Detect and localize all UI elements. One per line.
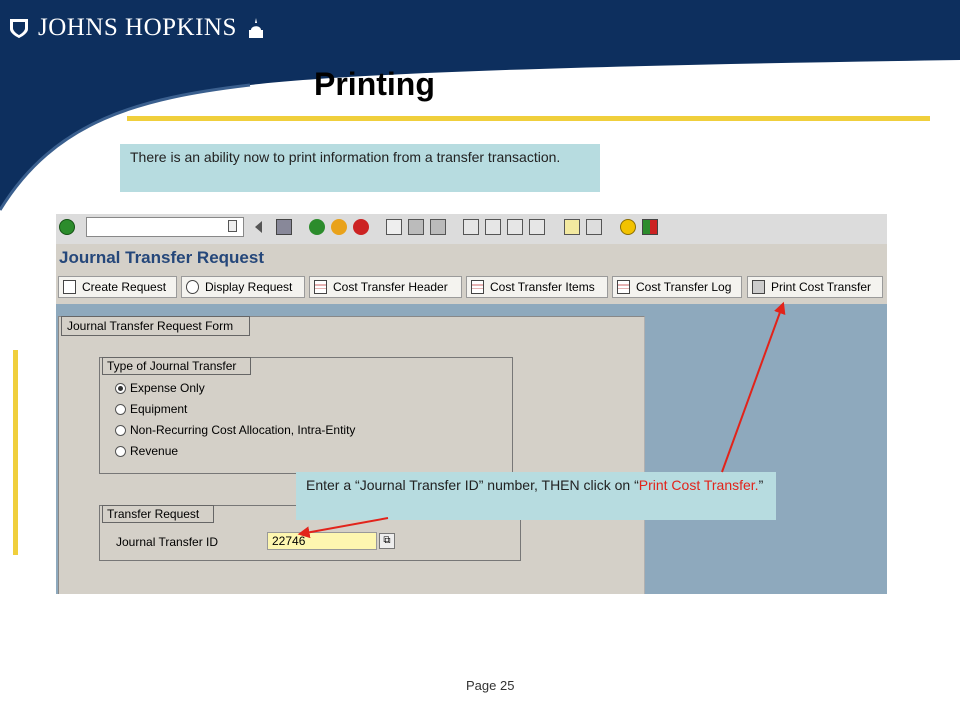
type-of-journal-transfer-group: Type of Journal Transfer Expense Only Eq…	[99, 357, 513, 474]
table-icon	[617, 280, 630, 294]
radio-label: Equipment	[130, 402, 188, 416]
cost-transfer-log-button[interactable]: Cost Transfer Log	[612, 276, 742, 298]
dome-icon	[248, 18, 263, 38]
type-group-label: Type of Journal Transfer	[102, 357, 252, 375]
layout-icon[interactable]	[642, 219, 658, 235]
radio-expense-only[interactable]: Expense Only	[115, 381, 205, 395]
glasses-icon	[186, 280, 199, 294]
radio-icon[interactable]	[115, 424, 126, 436]
johns-hopkins-logo: JOHNS HOPKINS	[8, 14, 267, 42]
hint-highlight: Print Cost Transfer.	[638, 477, 759, 493]
radio-selected-icon[interactable]	[115, 382, 126, 394]
gold-divider	[127, 116, 930, 121]
back-icon[interactable]	[309, 219, 325, 235]
back-nav-icon[interactable]	[255, 221, 262, 233]
standard-toolbar	[56, 214, 887, 245]
print-cost-transfer-label: Print Cost Transfer	[771, 280, 872, 294]
shortcut-icon[interactable]	[586, 219, 602, 235]
find-next-icon[interactable]	[430, 219, 446, 235]
create-request-label: Create Request	[82, 280, 167, 294]
check-icon[interactable]	[59, 219, 75, 235]
print-cost-transfer-button[interactable]: Print Cost Transfer	[747, 276, 883, 298]
command-field[interactable]	[86, 217, 244, 237]
dropdown-icon[interactable]	[228, 220, 237, 232]
screen-title-bar: Journal Transfer Request	[56, 244, 887, 274]
printer-icon	[752, 280, 765, 294]
hint-text: Enter a “Journal Transfer ID” number, TH…	[306, 477, 639, 493]
document-icon	[63, 280, 76, 294]
find-icon[interactable]	[408, 219, 424, 235]
form-title: Journal Transfer Request Form	[61, 316, 251, 336]
create-request-button[interactable]: Create Request	[58, 276, 177, 298]
sap-window: Journal Transfer Request Create Request …	[56, 214, 887, 594]
transfer-request-label: Transfer Request	[102, 505, 215, 523]
radio-equipment[interactable]: Equipment	[115, 402, 187, 416]
search-help-icon[interactable]: ⧉	[379, 533, 395, 549]
gold-accent-bar	[13, 350, 18, 555]
display-request-button[interactable]: Display Request	[181, 276, 305, 298]
display-request-label: Display Request	[205, 280, 293, 294]
table-icon	[471, 280, 484, 294]
instruction-callout: Enter a “Journal Transfer ID” number, TH…	[296, 472, 776, 520]
table-icon	[314, 280, 327, 294]
journal-transfer-request-form: Journal Transfer Request Form Type of Jo…	[58, 316, 645, 594]
slide-title: Printing	[314, 66, 435, 102]
exit-icon[interactable]	[331, 219, 347, 235]
cost-transfer-items-label: Cost Transfer Items	[490, 280, 595, 294]
shield-icon	[10, 19, 28, 38]
radio-label: Non-Recurring Cost Allocation, Intra-Ent…	[130, 423, 356, 437]
cost-transfer-header-label: Cost Transfer Header	[333, 280, 448, 294]
screen-title: Journal Transfer Request	[59, 248, 265, 267]
first-page-icon[interactable]	[463, 219, 479, 235]
hint-text-end: ”	[758, 477, 764, 493]
brand-name: JOHNS HOPKINS	[38, 14, 237, 41]
cost-transfer-items-button[interactable]: Cost Transfer Items	[466, 276, 608, 298]
radio-icon[interactable]	[115, 445, 126, 457]
journal-transfer-id-input[interactable]	[267, 532, 377, 550]
previous-page-icon[interactable]	[485, 219, 501, 235]
application-toolbar: Create Request Display Request Cost Tran…	[56, 274, 887, 304]
last-page-icon[interactable]	[529, 219, 545, 235]
radio-label: Expense Only	[130, 381, 205, 395]
page-number: Page 25	[466, 678, 515, 693]
cancel-icon[interactable]	[353, 219, 369, 235]
print-icon[interactable]	[386, 219, 402, 235]
radio-non-recurring-cost-allocation[interactable]: Non-Recurring Cost Allocation, Intra-Ent…	[115, 423, 355, 437]
save-icon[interactable]	[276, 219, 292, 235]
next-page-icon[interactable]	[507, 219, 523, 235]
sap-content-area: Journal Transfer Request Form Type of Jo…	[56, 304, 887, 594]
intro-callout: There is an ability now to print informa…	[120, 144, 600, 192]
radio-label: Revenue	[130, 444, 179, 458]
create-session-icon[interactable]	[564, 219, 580, 235]
radio-revenue[interactable]: Revenue	[115, 444, 178, 458]
journal-transfer-id-label: Journal Transfer ID	[116, 535, 219, 549]
radio-icon[interactable]	[115, 403, 126, 415]
cost-transfer-log-label: Cost Transfer Log	[636, 280, 732, 294]
cost-transfer-header-button[interactable]: Cost Transfer Header	[309, 276, 462, 298]
help-icon[interactable]	[620, 219, 636, 235]
